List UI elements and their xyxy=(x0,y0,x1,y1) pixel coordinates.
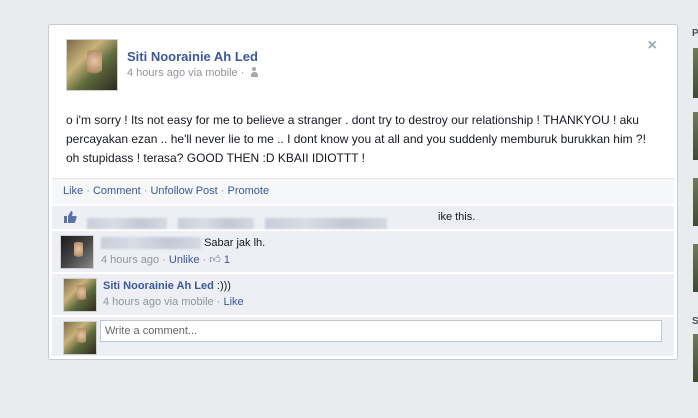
right-rail-thumbnail[interactable] xyxy=(693,48,698,98)
comment-input[interactable] xyxy=(100,320,662,342)
commenter-name-redacted xyxy=(101,237,201,250)
likes-summary: ike this. xyxy=(438,211,476,223)
comment-item: Siti Noorainie Ah Led :))) 4 hours ago v… xyxy=(52,273,674,315)
post-text: o i'm sorry ! Its not easy for me to bel… xyxy=(66,113,646,165)
comment-timestamp[interactable]: 4 hours ago xyxy=(101,254,159,266)
privacy-icon[interactable] xyxy=(251,67,261,77)
right-rail-heading: P xyxy=(692,28,698,39)
likes-row: ike this. xyxy=(52,205,674,229)
right-rail-heading: S xyxy=(692,316,698,327)
like-link[interactable]: Like xyxy=(63,185,83,197)
post-author-name[interactable]: Siti Noorainie Ah Led xyxy=(127,49,258,64)
comment-link[interactable]: Comment xyxy=(93,185,141,197)
comment-meta: 4 hours ago · Unlike · 👍︎ 1 xyxy=(101,254,230,267)
unfollow-post-link[interactable]: Unfollow Post xyxy=(150,185,217,197)
post-actions: Like · Comment · Unfollow Post · Promote xyxy=(52,178,674,204)
unlike-link[interactable]: Unlike xyxy=(169,254,200,266)
comment-timestamp[interactable]: 4 hours ago via mobile xyxy=(103,296,214,308)
commenter-name[interactable]: Siti Noorainie Ah Led xyxy=(103,280,214,292)
comment-item: Sabar jak lh. 4 hours ago · Unlike · 👍︎ … xyxy=(52,230,674,272)
commenter-avatar[interactable] xyxy=(63,278,97,312)
comment-text: :))) xyxy=(216,280,231,292)
right-rail-thumbnail[interactable] xyxy=(693,334,698,382)
right-rail-thumbnail[interactable] xyxy=(693,112,698,160)
author-avatar[interactable] xyxy=(66,39,118,91)
comment-meta: 4 hours ago via mobile · Like xyxy=(103,296,244,308)
thumbs-up-icon: 👍︎ xyxy=(209,254,221,267)
comment-like-link[interactable]: Like xyxy=(223,296,243,308)
close-icon[interactable]: × xyxy=(648,37,657,55)
thumbs-up-icon xyxy=(64,211,77,223)
right-rail-thumbnail[interactable] xyxy=(693,244,698,292)
post-card: × Siti Noorainie Ah Led 4 hours ago via … xyxy=(48,24,678,360)
post-timestamp[interactable]: 4 hours ago via mobile xyxy=(127,67,238,79)
comment-composer xyxy=(52,316,674,356)
viewer-avatar xyxy=(63,321,97,355)
post-meta: 4 hours ago via mobile · xyxy=(127,67,261,79)
comment-like-count[interactable]: 1 xyxy=(224,254,230,266)
right-rail-thumbnail[interactable] xyxy=(693,178,698,226)
comment-text: Sabar jak lh. xyxy=(204,237,266,249)
commenter-avatar[interactable] xyxy=(60,235,94,269)
promote-link[interactable]: Promote xyxy=(228,185,270,197)
